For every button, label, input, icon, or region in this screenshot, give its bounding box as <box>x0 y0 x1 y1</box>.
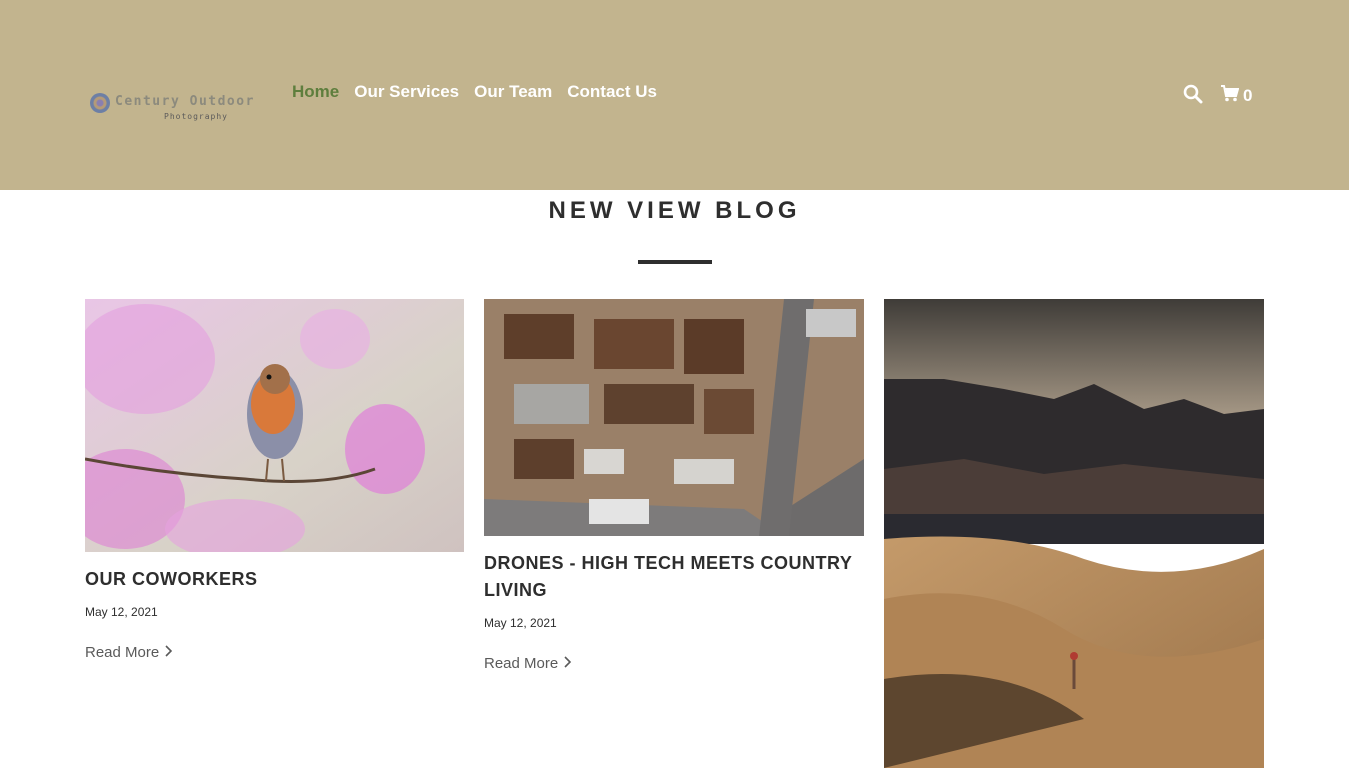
read-more-link[interactable]: Read More <box>484 655 572 672</box>
read-more-link[interactable]: Read More <box>85 644 173 661</box>
section-title: NEW VIEW BLOG <box>548 197 801 224</box>
nav-our-services[interactable]: Our Services <box>354 82 459 102</box>
cart-count: 0 <box>1243 86 1253 105</box>
nav-contact-us[interactable]: Contact Us <box>567 82 657 102</box>
site-logo[interactable]: Century Outdoor Photography <box>88 88 268 128</box>
nav-home[interactable]: Home <box>292 82 339 102</box>
chevron-right-icon <box>564 655 572 672</box>
nav-our-team[interactable]: Our Team <box>474 82 552 102</box>
logo-emblem-icon <box>90 93 110 113</box>
post-image-desert[interactable] <box>884 299 1264 768</box>
post-title[interactable]: DRONES - HIGH TECH MEETS COUNTRY LIVING <box>484 550 864 604</box>
logo-subtitle: Photography <box>164 112 228 121</box>
search-icon[interactable] <box>1183 84 1203 104</box>
main-nav: Home Our Services Our Team Contact Us <box>292 82 657 102</box>
post-image-drone-aerial[interactable] <box>484 299 864 536</box>
post-title[interactable]: OUR COWORKERS <box>85 566 464 593</box>
post-date: May 12, 2021 <box>484 616 557 630</box>
logo-title: Century Outdoor <box>115 94 255 109</box>
cart-icon <box>1221 85 1240 107</box>
title-divider <box>638 260 712 264</box>
chevron-right-icon <box>165 644 173 661</box>
read-more-label: Read More <box>484 655 559 672</box>
site-header: Century Outdoor Photography Home Our Ser… <box>0 0 1349 190</box>
post-image-robin[interactable] <box>85 299 464 552</box>
cart-button[interactable]: 0 <box>1221 85 1252 107</box>
post-date: May 12, 2021 <box>85 605 158 619</box>
read-more-label: Read More <box>85 644 160 661</box>
